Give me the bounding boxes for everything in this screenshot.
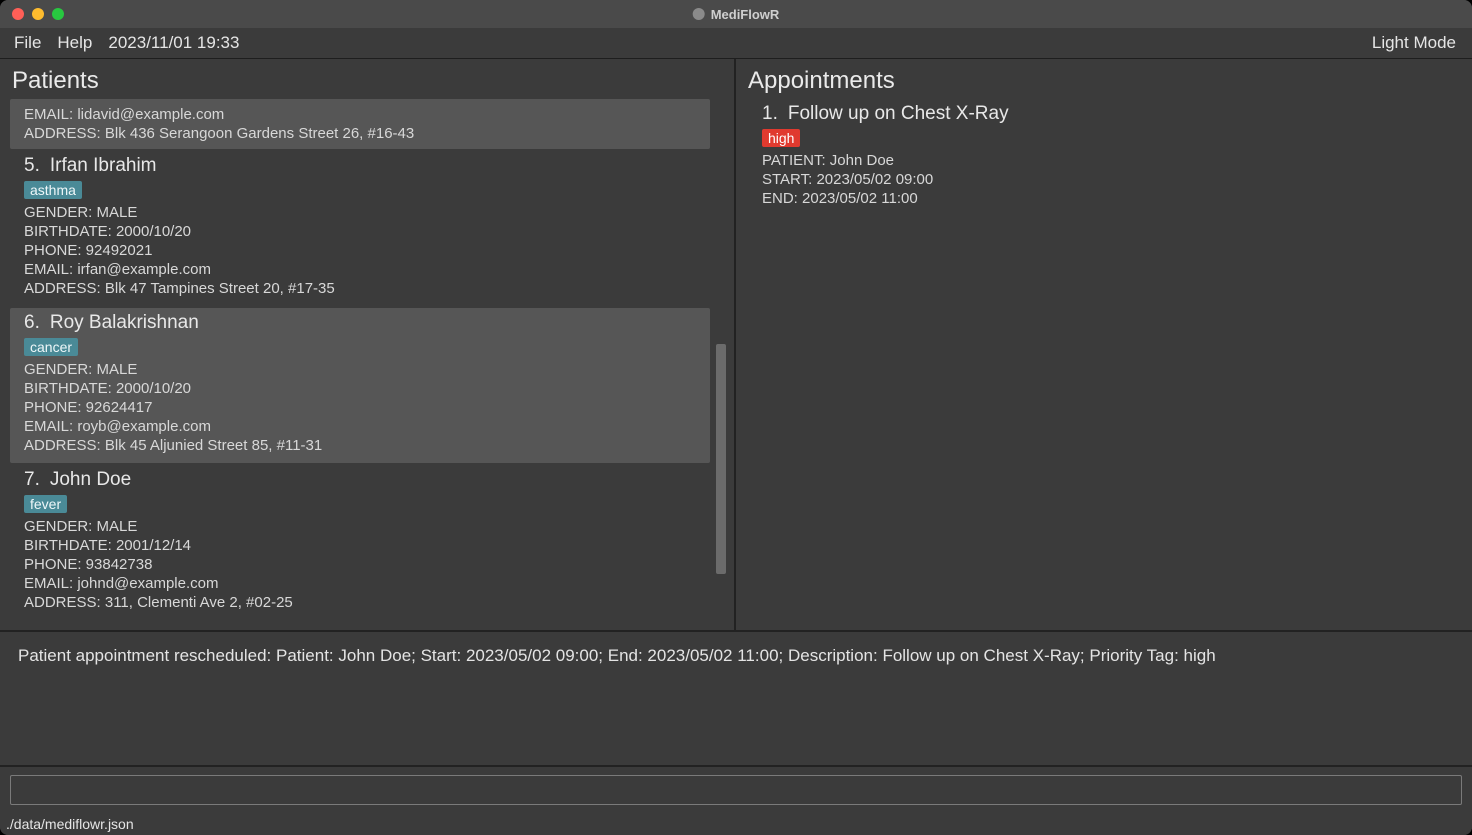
patient-title: 7. John Doe [24,469,696,491]
patient-name: Irfan Ibrahim [50,155,157,176]
menu-help[interactable]: Help [57,33,92,53]
patient-email: EMAIL: royb@example.com [24,417,696,436]
statusbar: ./data/mediflowr.json [0,813,1472,835]
patient-address: ADDRESS: 311, Clementi Ave 2, #02-25 [24,593,696,612]
patient-card[interactable]: 6. Roy Balakrishnan cancer GENDER: MALEBIRT… [10,308,710,463]
menu-datetime: 2023/11/01 19:33 [108,33,239,53]
scrollbar-thumb[interactable] [716,344,726,574]
appointment-end: END: 2023/05/02 11:00 [762,189,1448,208]
patient-index: 5. [24,155,40,176]
condition-tag: asthma [24,181,82,199]
patient-phone: PHONE: 92492021 [24,241,696,260]
close-icon[interactable] [12,8,24,20]
window-title-text: MediFlowR [711,7,780,22]
window-title: MediFlowR [693,7,780,22]
patient-birthdate: BIRTHDATE: 2000/10/20 [24,379,696,398]
patient-email: EMAIL: johnd@example.com [24,574,696,593]
patient-birthdate: BIRTHDATE: 2000/10/20 [24,222,696,241]
patient-birthdate: BIRTHDATE: 2001/12/14 [24,536,696,555]
appointment-patient: PATIENT: John Doe [762,151,1448,170]
patient-gender: GENDER: MALE [24,517,696,536]
patient-title: 5. Irfan Ibrahim [24,155,696,177]
patients-title: Patients [12,67,728,95]
menubar-left: File Help 2023/11/01 19:33 [6,33,239,53]
patient-card[interactable]: 7. John Doe fever GENDER: MALEBIRTHDATE: 20… [10,465,710,620]
log-message: Patient appointment rescheduled: Patient… [18,646,1216,665]
appointment-title: 1. Follow up on Chest X-Ray [762,103,1448,125]
main-area: Patients EMAIL: lidavid@example.comADDRE… [0,59,1472,630]
patient-email: EMAIL: irfan@example.com [24,260,696,279]
patient-title: 6. Roy Balakrishnan [24,312,696,334]
app-icon [693,8,705,20]
fullscreen-icon[interactable] [52,8,64,20]
patient-gender: GENDER: MALE [24,203,696,222]
appointments-title: Appointments [748,67,1462,95]
patient-address: ADDRESS: Blk 47 Tampines Street 20, #17-… [24,279,696,298]
appointments-list: 1. Follow up on Chest X-Ray high PATIENT: J… [746,99,1462,218]
patient-index: 6. [24,312,40,333]
minimize-icon[interactable] [32,8,44,20]
appointment-name: Follow up on Chest X-Ray [788,103,1009,124]
patient-index: 7. [24,469,40,490]
menu-file[interactable]: File [14,33,41,53]
light-mode-toggle[interactable]: Light Mode [1372,33,1466,53]
patient-card[interactable]: 5. Irfan Ibrahim asthma GENDER: MALEBIRTHDA… [10,151,710,306]
statusbar-path: ./data/mediflowr.json [6,816,134,832]
patients-scrollbar[interactable] [716,99,726,624]
patient-card-partial[interactable]: EMAIL: lidavid@example.comADDRESS: Blk 4… [10,99,710,149]
condition-tag: fever [24,495,67,513]
patient-gender: GENDER: MALE [24,360,696,379]
window-controls [12,8,64,20]
appointment-index: 1. [762,103,778,124]
appointment-start: START: 2023/05/02 09:00 [762,170,1448,189]
patients-scroll: EMAIL: lidavid@example.comADDRESS: Blk 4… [10,99,728,624]
patient-email: EMAIL: lidavid@example.com [24,105,696,124]
app-window: MediFlowR File Help 2023/11/01 19:33 Lig… [0,0,1472,835]
patient-name: John Doe [50,469,131,490]
patient-phone: PHONE: 92624417 [24,398,696,417]
patient-address: ADDRESS: Blk 45 Aljunied Street 85, #11-… [24,436,696,455]
patient-name: Roy Balakrishnan [50,312,199,333]
patient-address: ADDRESS: Blk 436 Serangoon Gardens Stree… [24,124,696,143]
command-row [0,765,1472,813]
condition-tag: cancer [24,338,78,356]
appointment-card[interactable]: 1. Follow up on Chest X-Ray high PATIENT: J… [746,99,1462,216]
menubar: File Help 2023/11/01 19:33 Light Mode [0,28,1472,59]
titlebar: MediFlowR [0,0,1472,28]
patient-phone: PHONE: 93842738 [24,555,696,574]
patients-list: EMAIL: lidavid@example.comADDRESS: Blk 4… [10,99,710,622]
command-input[interactable] [10,775,1462,805]
patients-panel: Patients EMAIL: lidavid@example.comADDRE… [0,59,736,630]
appointments-panel: Appointments 1. Follow up on Chest X-Ray h… [736,59,1472,630]
priority-tag: high [762,129,800,147]
log-area: Patient appointment rescheduled: Patient… [0,630,1472,765]
